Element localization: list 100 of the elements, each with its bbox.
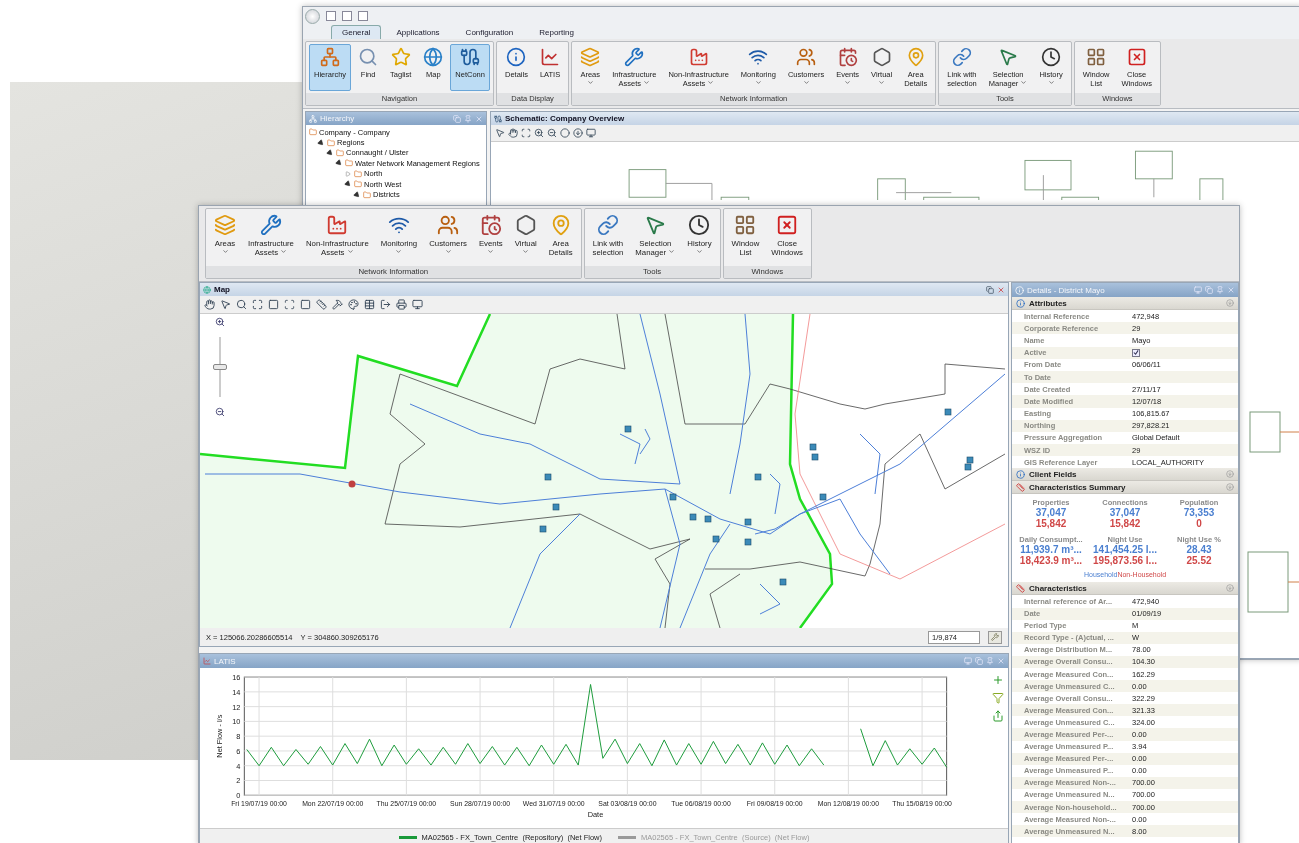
toolbar-button[interactable] — [252, 299, 263, 310]
wrench-icon — [991, 633, 999, 641]
ruler-icon — [316, 299, 327, 310]
expander-icon[interactable] — [327, 149, 334, 156]
non-household-value: 15,842 — [1109, 518, 1141, 530]
ribbon-tab[interactable]: Reporting — [528, 25, 585, 39]
hammer-icon — [332, 299, 343, 310]
zoom-extent-icon — [252, 299, 263, 310]
toolbar-button[interactable] — [412, 299, 423, 310]
hand-icon — [508, 128, 518, 138]
toolbar-button[interactable] — [380, 299, 391, 310]
hand-icon — [204, 299, 215, 310]
link-icon — [596, 214, 619, 236]
globe-icon — [203, 285, 211, 294]
monitor-icon — [586, 128, 596, 138]
ribbon-tab[interactable]: Applications — [385, 25, 451, 39]
plus-icon — [992, 674, 1004, 686]
checkbox[interactable] — [1132, 348, 1140, 357]
wrench-icon — [624, 47, 645, 67]
table-icon — [364, 299, 375, 310]
info-icon — [1016, 469, 1025, 479]
toolbar-button[interactable] — [495, 128, 505, 138]
toolbar-button[interactable] — [396, 299, 407, 310]
info-icon — [1015, 285, 1024, 295]
expander-icon[interactable] — [345, 181, 352, 188]
toolbar-button[interactable] — [236, 299, 247, 310]
household-value: 73,353 — [1183, 507, 1215, 519]
layers-icon — [580, 47, 601, 67]
factory-icon — [688, 47, 709, 67]
household-value: 37,047 — [1035, 507, 1067, 519]
select-area-icon — [284, 299, 295, 310]
toolbar-button[interactable] — [573, 128, 583, 138]
pin-icon — [464, 114, 472, 123]
toolbar-button[interactable] — [547, 128, 557, 138]
non-household-value: 0 — [1196, 518, 1202, 530]
calendar-icon — [837, 47, 858, 67]
grid-icon — [734, 214, 757, 236]
search-icon — [358, 47, 379, 67]
hierarchy-icon — [309, 114, 317, 123]
zoom-in-icon — [215, 317, 225, 327]
info-icon — [506, 47, 527, 67]
household-value: 37,047 — [1109, 507, 1141, 519]
hexagon-icon — [514, 214, 537, 236]
zoom-out-icon — [547, 128, 557, 138]
polygon-icon — [268, 299, 279, 310]
toolbar-button[interactable] — [508, 128, 518, 138]
link-icon — [951, 47, 972, 67]
printer-icon — [396, 299, 407, 310]
toolbar-button[interactable] — [332, 299, 343, 310]
hexagon-icon — [871, 47, 892, 67]
hierarchy-icon — [320, 47, 341, 67]
toolbar-button[interactable] — [586, 128, 596, 138]
close-icon — [1227, 286, 1235, 294]
expander-icon[interactable] — [354, 191, 361, 198]
toolbar-button[interactable] — [284, 299, 295, 310]
globe-icon — [423, 47, 444, 67]
clock-icon — [688, 214, 711, 236]
close-icon — [997, 657, 1005, 665]
toolbar-button[interactable] — [300, 299, 311, 310]
toolbar-button[interactable] — [521, 128, 531, 138]
pin-icon — [986, 657, 994, 665]
palette-icon — [348, 299, 359, 310]
float-icon — [1205, 286, 1213, 294]
toolbar-button[interactable] — [534, 128, 544, 138]
close-icon — [997, 285, 1005, 294]
connector-icon — [460, 47, 481, 67]
toolbar-button[interactable] — [364, 299, 375, 310]
non-household-value: 25.52 — [1186, 555, 1212, 567]
wrench-icon — [259, 214, 282, 236]
share-icon — [992, 710, 1004, 722]
info-icon — [1016, 298, 1025, 308]
toolbar-button[interactable] — [316, 299, 327, 310]
signal-icon — [748, 47, 769, 67]
ribbon-tab[interactable]: Configuration — [454, 25, 525, 39]
pointer-icon — [644, 214, 667, 236]
household-value: 28.43 — [1186, 544, 1212, 556]
collapse-icon — [1226, 584, 1234, 593]
zoom-out-icon — [215, 407, 225, 417]
ribbon-tab[interactable]: General — [331, 25, 382, 39]
line-chart-icon — [540, 47, 561, 67]
grid-icon — [1086, 47, 1107, 67]
folder-icon — [309, 128, 317, 137]
toolbar-button[interactable] — [348, 299, 359, 310]
users-icon — [796, 47, 816, 67]
expander-icon[interactable] — [336, 160, 343, 167]
monitor-icon — [412, 299, 423, 310]
household-value: 11,939.7 m³... — [1020, 544, 1082, 556]
zoom-in-icon — [534, 128, 544, 138]
expander-icon[interactable] — [318, 139, 325, 146]
toolbar-button[interactable] — [268, 299, 279, 310]
monitor-icon — [1194, 286, 1202, 294]
collapse-icon — [1226, 483, 1234, 492]
monitor-icon — [964, 657, 972, 665]
star-icon — [390, 47, 411, 67]
connector-icon — [494, 114, 502, 123]
toolbar-button[interactable] — [220, 299, 231, 310]
scale-button[interactable] — [988, 630, 1002, 644]
calendar-icon — [479, 214, 502, 236]
toolbar-button[interactable] — [204, 299, 215, 310]
float-icon — [975, 657, 983, 665]
